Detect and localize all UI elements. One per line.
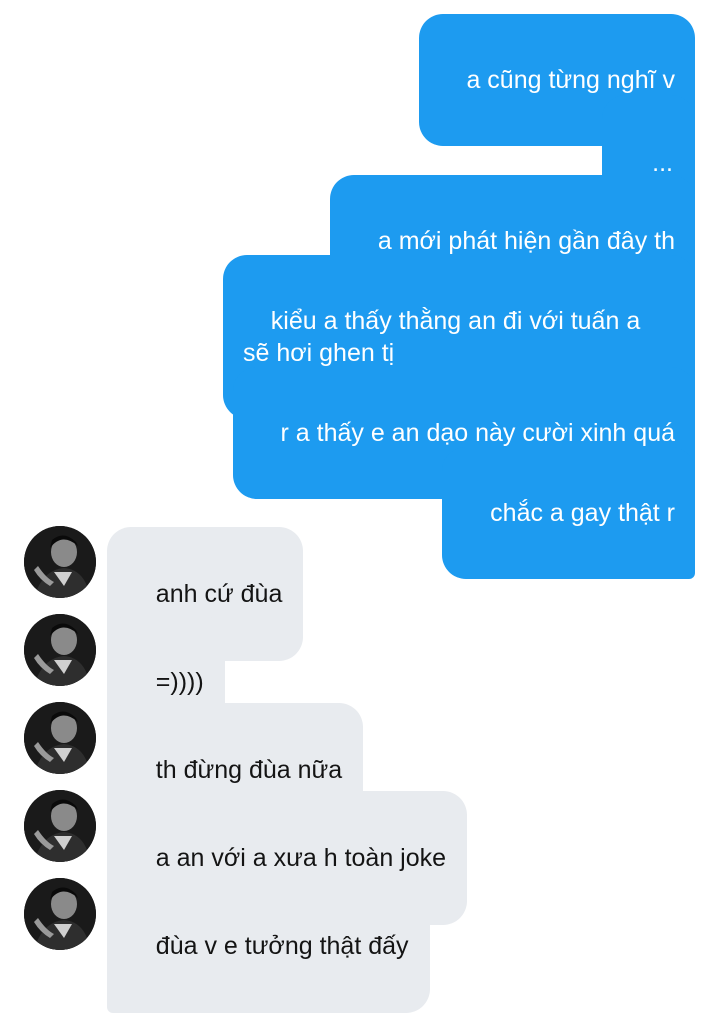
profile-photo-icon[interactable] (24, 702, 96, 774)
message-thread: a cũng từng nghĩ v ... a mới phát hiện g… (0, 0, 718, 1013)
message-text: anh cứ đùa (155, 580, 283, 608)
message-text: r a thấy e an dạo này cười xinh quá (280, 419, 675, 447)
message-text: a cũng từng nghĩ v (466, 66, 675, 94)
message-text: chắc a gay thật r (490, 499, 675, 527)
message-text: th đừng đùa nữa (155, 756, 343, 784)
message-text: kiểu a thấy thằng an đi với tuấn a sẽ hơ… (243, 307, 641, 367)
message-text: ... (652, 149, 673, 177)
received-message[interactable]: đùa v e tưởng thật đấy (107, 879, 430, 1013)
message-text: a mới phát hiện gần đây th (377, 227, 675, 255)
sent-message[interactable]: chắc a gay thật r (442, 447, 695, 579)
profile-photo-icon[interactable] (24, 878, 96, 950)
message-text: =)))) (155, 668, 204, 696)
message-text: đùa v e tưởng thật đấy (155, 932, 409, 960)
profile-photo-icon[interactable] (24, 526, 96, 598)
profile-photo-icon[interactable] (24, 790, 96, 862)
message-text: a an với a xưa h toàn joke (155, 844, 447, 872)
profile-photo-icon[interactable] (24, 614, 96, 686)
